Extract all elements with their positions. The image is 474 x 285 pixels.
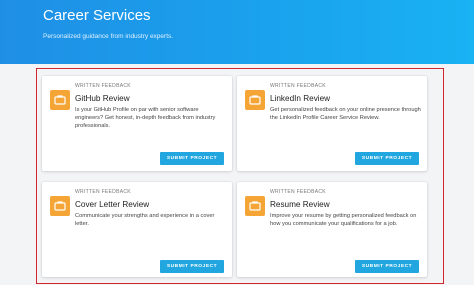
card-resume-review: WRITTEN FEEDBACK Resume Review Improve y…	[237, 182, 427, 277]
briefcase-icon	[245, 90, 265, 110]
card-tag: WRITTEN FEEDBACK	[270, 83, 326, 89]
card-description: Improve your resume by getting personali…	[270, 213, 417, 227]
submit-project-button[interactable]: SUBMIT PROJECT	[355, 152, 419, 165]
card-description: Get personalized feedback on your online…	[270, 107, 421, 121]
card-tag: WRITTEN FEEDBACK	[270, 189, 326, 195]
card-title: LinkedIn Review	[270, 94, 331, 103]
page-title: Career Services	[43, 7, 151, 24]
page-header: Career Services Personalized guidance fr…	[0, 0, 474, 64]
card-tag: WRITTEN FEEDBACK	[75, 189, 131, 195]
card-title: Resume Review	[270, 200, 330, 209]
card-description: Is your GitHub Profile on par with senio…	[75, 107, 216, 129]
submit-project-button[interactable]: SUBMIT PROJECT	[355, 260, 419, 273]
submit-project-button[interactable]: SUBMIT PROJECT	[160, 260, 224, 273]
card-description: Communicate your strengths and experienc…	[75, 213, 215, 227]
briefcase-icon	[50, 196, 70, 216]
card-title: Cover Letter Review	[75, 200, 150, 209]
briefcase-icon	[245, 196, 265, 216]
briefcase-icon	[50, 90, 70, 110]
page-subtitle: Personalized guidance from industry expe…	[43, 33, 174, 40]
card-github-review: WRITTEN FEEDBACK GitHub Review Is your G…	[42, 76, 232, 171]
card-linkedin-review: WRITTEN FEEDBACK LinkedIn Review Get per…	[237, 76, 427, 171]
card-tag: WRITTEN FEEDBACK	[75, 83, 131, 89]
card-cover-letter-review: WRITTEN FEEDBACK Cover Letter Review Com…	[42, 182, 232, 277]
card-title: GitHub Review	[75, 94, 130, 103]
submit-project-button[interactable]: SUBMIT PROJECT	[160, 152, 224, 165]
